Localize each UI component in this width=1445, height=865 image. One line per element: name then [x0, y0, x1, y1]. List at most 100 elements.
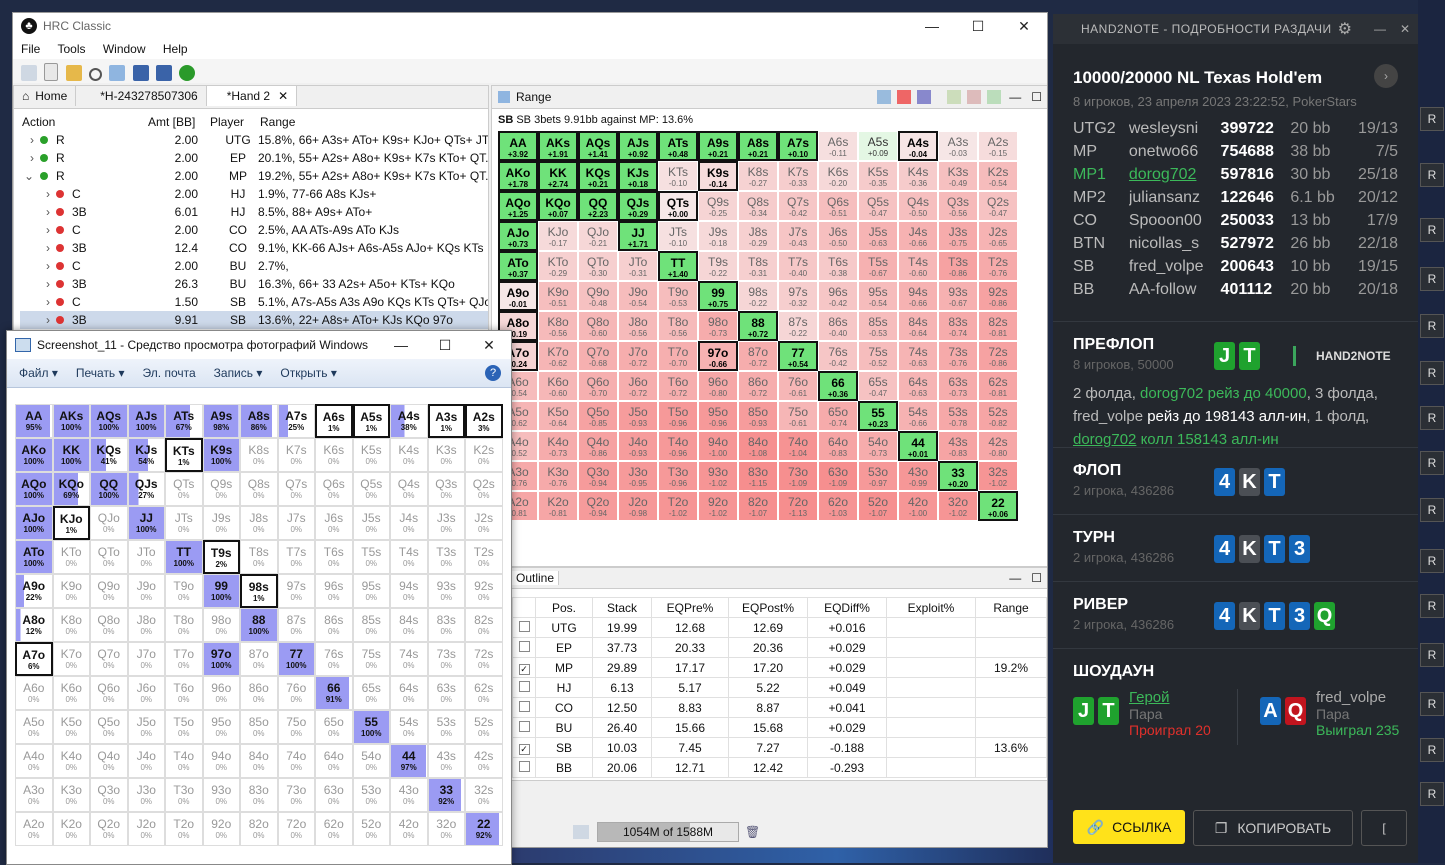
player-row[interactable]: UTG2 wesleysni 399722 20 bb 19/13 [1073, 117, 1398, 140]
range-cell[interactable]: AQo +1.25 [498, 191, 538, 221]
menu-window[interactable]: Window [103, 42, 146, 56]
range-cell[interactable]: KQo +0.07 [538, 191, 578, 221]
range-cell[interactable]: K5o -0.64 [538, 401, 578, 431]
range-cell[interactable]: 86s -0.40 [818, 311, 858, 341]
range-cell[interactable]: J3o -0.95 [618, 461, 658, 491]
row-checkbox[interactable]: ✓ [518, 663, 530, 675]
range-cell[interactable]: 32s -1.02 [978, 461, 1018, 491]
range-cell[interactable]: 82o -1.07 [738, 491, 778, 521]
view-toggle-icon[interactable] [917, 90, 932, 104]
expand-icon[interactable]: › [20, 223, 56, 237]
player-row[interactable]: MP1 dorog702 597816 30 bb 25/18 [1073, 163, 1398, 186]
action-row[interactable]: › R 2.00 UTG 15.8%, 66+ A3s+ ATo+ K9s+ KJo+ … [20, 131, 488, 149]
chevron-right-icon[interactable]: › [1374, 64, 1398, 88]
range-cell[interactable]: KTs -0.10 [658, 161, 698, 191]
range-cell[interactable]: 76s -0.42 [818, 341, 858, 371]
range-cell[interactable]: T5s -0.67 [858, 251, 898, 281]
range-cell[interactable]: T6o -0.72 [658, 371, 698, 401]
maximize-button[interactable]: ☐ [423, 332, 467, 358]
range-cell[interactable]: AJs +0.92 [618, 131, 658, 161]
expand-icon[interactable]: › [20, 187, 56, 201]
side-r-button[interactable]: R [1420, 107, 1444, 131]
range-cell[interactable]: Q8o -0.60 [578, 311, 618, 341]
range-cell[interactable]: J2s -0.65 [978, 221, 1018, 251]
close-icon[interactable]: ✕ [1400, 22, 1410, 36]
range-cell[interactable]: K8o -0.56 [538, 311, 578, 341]
range-cell[interactable]: T3s -0.86 [938, 251, 978, 281]
menu-print[interactable]: Печать ▾ [76, 366, 125, 380]
range-cell[interactable]: 92s -0.86 [978, 281, 1018, 311]
play-icon[interactable] [179, 65, 196, 81]
range-cell[interactable]: 98o -0.73 [698, 311, 738, 341]
menu-file[interactable]: Файл ▾ [19, 366, 58, 380]
range-cell[interactable]: KK +2.74 [538, 161, 578, 191]
expand-icon[interactable]: › [20, 277, 56, 291]
action-row[interactable]: › C 2.00 HJ 1.9%, 77-66 A8s KJs+ [20, 185, 488, 203]
action-row[interactable]: › 3B 6.01 HJ 8.5%, 88+ A9s+ ATo+ [20, 203, 488, 221]
range-cell[interactable]: AA +3.92 [498, 131, 538, 161]
range-cell[interactable]: J8o -0.56 [618, 311, 658, 341]
range-cell[interactable]: A9o -0.01 [498, 281, 538, 311]
range-cell[interactable]: 64s -0.63 [898, 371, 938, 401]
menu-file[interactable]: File [21, 42, 40, 56]
range-cell[interactable]: 75o -0.61 [778, 401, 818, 431]
range-cell[interactable]: 95s -0.54 [858, 281, 898, 311]
range-cell[interactable]: 83s -0.74 [938, 311, 978, 341]
range-cell[interactable]: Q5o -0.85 [578, 401, 618, 431]
player-row[interactable]: MP2 juliansanz 122646 6.1 bb 20/12 [1073, 186, 1398, 209]
range-cell[interactable]: A7s +0.10 [778, 131, 818, 161]
action-row[interactable]: › R 2.00 EP 20.1%, 55+ A2s+ A8o+ K9s+ K7s KT… [20, 149, 488, 167]
side-r-button[interactable]: R [1420, 782, 1444, 806]
player-row[interactable]: BTN nicollas_s 527972 26 bb 22/18 [1073, 232, 1398, 255]
range-cell[interactable]: K7s -0.33 [778, 161, 818, 191]
range-cell[interactable]: ATs +0.48 [658, 131, 698, 161]
range-cell[interactable]: 87s -0.22 [778, 311, 818, 341]
range-cell[interactable]: Q2o -0.94 [578, 491, 618, 521]
range-cell[interactable]: QJo -0.21 [578, 221, 618, 251]
range-cell[interactable]: QTs +0.00 [658, 191, 698, 221]
action-row[interactable]: › C 2.00 BU 2.7%, [20, 257, 488, 275]
range-cell[interactable]: K5s -0.35 [858, 161, 898, 191]
gc-icon[interactable] [573, 825, 589, 839]
row-checkbox[interactable] [518, 680, 530, 692]
range-cell[interactable]: 22 +0.06 [978, 491, 1018, 521]
copy-button[interactable]: ❐ КОПИРОВАТЬ [1193, 810, 1353, 846]
range-cell[interactable]: 32o -1.02 [938, 491, 978, 521]
action-row[interactable]: › 3B 9.91 SB 13.6%, 22+ A8s+ ATo+ KJs KQo 97… [20, 311, 488, 329]
action-row[interactable]: › C 1.50 SB 5.1%, A7s-A5s A3s A9o KQs KTs QT… [20, 293, 488, 311]
range-cell[interactable]: K8s -0.27 [738, 161, 778, 191]
action-row[interactable]: › C 2.00 CO 2.5%, AA ATs-A9s ATo KJs [20, 221, 488, 239]
range-cell[interactable]: 44 +0.01 [898, 431, 938, 461]
side-r-button[interactable]: R [1420, 451, 1444, 475]
range-cell[interactable]: 72o -1.13 [778, 491, 818, 521]
side-r-button[interactable]: R [1420, 218, 1444, 242]
range-cell[interactable]: 53o -0.97 [858, 461, 898, 491]
expand-icon[interactable]: › [20, 259, 56, 273]
link-button[interactable]: 🔗 ССЫЛКА [1073, 810, 1185, 844]
expand-icon[interactable]: › [20, 313, 56, 327]
range-cell[interactable]: T5o -0.96 [658, 401, 698, 431]
range-cell[interactable]: 74o -1.04 [778, 431, 818, 461]
range-cell[interactable]: 96o -0.80 [698, 371, 738, 401]
range-cell[interactable]: A5s +0.09 [858, 131, 898, 161]
range-cell[interactable]: K9s -0.14 [698, 161, 738, 191]
range-cell[interactable]: J4s -0.66 [898, 221, 938, 251]
range-cell[interactable]: A4s -0.04 [898, 131, 938, 161]
range-cell[interactable]: 54o -0.73 [858, 431, 898, 461]
player-row[interactable]: CO Spooon00 250033 13 bb 17/9 [1073, 209, 1398, 232]
range-cell[interactable]: 66 +0.36 [818, 371, 858, 401]
range-cell[interactable]: 87o -0.72 [738, 341, 778, 371]
range-cell[interactable]: 52s -0.82 [978, 401, 1018, 431]
side-r-button[interactable]: R [1420, 692, 1444, 716]
range-cell[interactable]: KJs +0.18 [618, 161, 658, 191]
side-r-button[interactable]: R [1420, 361, 1444, 385]
range-cell[interactable]: AKo +1.78 [498, 161, 538, 191]
range-cell[interactable]: Q6s -0.51 [818, 191, 858, 221]
range-cell[interactable]: 99 +0.75 [698, 281, 738, 311]
range-cell[interactable]: 64o -0.83 [818, 431, 858, 461]
range-cell[interactable]: T3o -0.96 [658, 461, 698, 491]
maximize-pane-icon[interactable]: ☐ [1031, 571, 1042, 585]
range-cell[interactable]: Q9s -0.25 [698, 191, 738, 221]
range-cell[interactable]: 65o -0.74 [818, 401, 858, 431]
row-checkbox[interactable] [518, 760, 530, 772]
